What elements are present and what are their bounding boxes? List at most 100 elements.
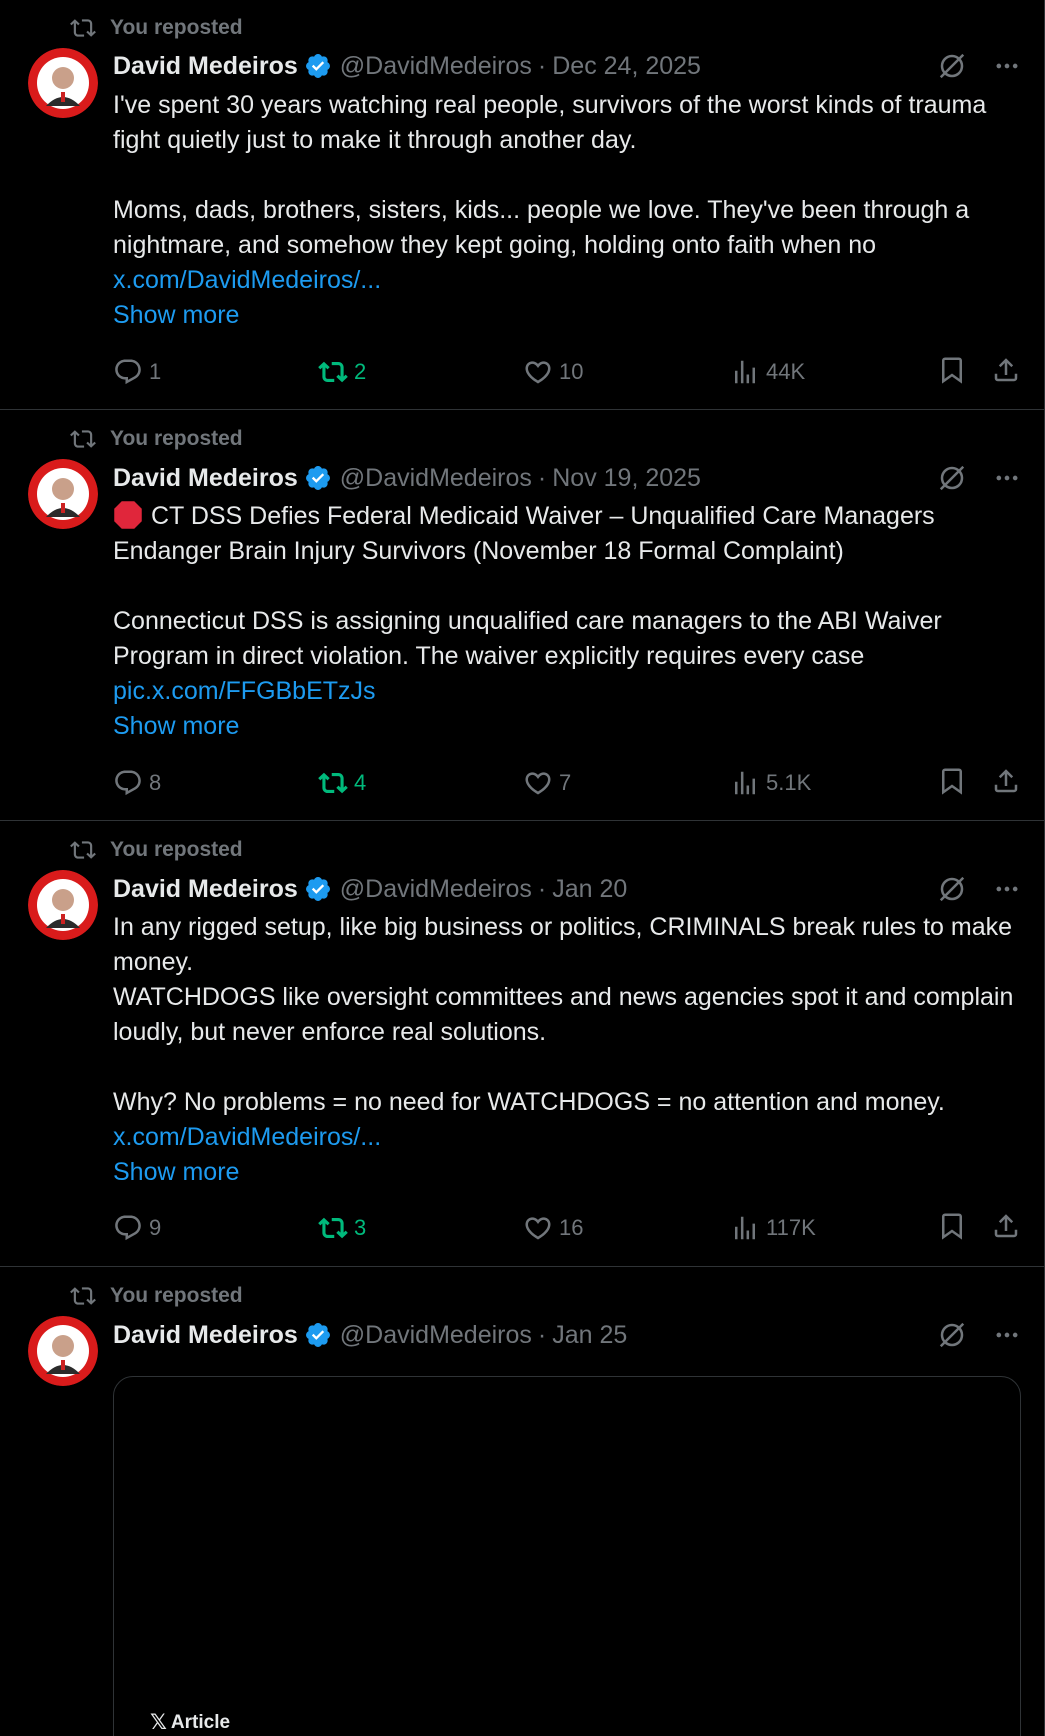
repost-icon xyxy=(70,430,96,448)
tweet-link[interactable]: x.com/DavidMedeiros/... xyxy=(113,1120,1021,1155)
more-icon[interactable] xyxy=(993,875,1021,903)
more-icon[interactable] xyxy=(993,52,1021,80)
tweet-paragraph: Why? No problems = no need for WATCHDOGS… xyxy=(113,1088,945,1116)
tweet-2[interactable]: You reposted David Medeiros @DavidMedeir… xyxy=(0,410,1045,821)
reply-count: 9 xyxy=(149,1215,162,1240)
share-icon[interactable] xyxy=(991,355,1021,385)
repost-icon xyxy=(70,1287,96,1305)
tweet-date[interactable]: Jan 25 xyxy=(552,1321,627,1350)
heart-icon xyxy=(525,772,551,795)
reply-count: 8 xyxy=(149,770,162,795)
reply-count: 1 xyxy=(149,359,162,384)
tweet-4[interactable]: You reposted David Medeiros @DavidMedeir… xyxy=(0,1267,1045,1736)
like-button[interactable]: 10 xyxy=(523,355,583,389)
bookmark-icon[interactable] xyxy=(937,766,967,796)
tweet-1[interactable]: You reposted David Medeiros @DavidMedeir… xyxy=(0,0,1045,410)
repost-button[interactable]: 4 xyxy=(318,766,366,800)
share-icon[interactable] xyxy=(991,766,1021,796)
separator-dot: · xyxy=(537,1320,547,1349)
avatar[interactable] xyxy=(28,870,98,940)
tweet-paragraph: In any rigged setup, like big business o… xyxy=(113,913,1019,976)
separator-dot: · xyxy=(537,463,547,492)
tweet-text: In any rigged setup, like big business o… xyxy=(113,910,1021,1190)
views-button[interactable]: 117K xyxy=(730,1211,816,1245)
author-handle[interactable]: @DavidMedeiros xyxy=(340,464,532,493)
grok-icon[interactable] xyxy=(937,1320,967,1350)
like-count: 16 xyxy=(559,1215,584,1240)
reply-icon xyxy=(115,359,141,385)
tweet-header: David Medeiros @DavidMedeiros · Jan 25 xyxy=(113,1319,1021,1351)
repost-label: You reposted xyxy=(110,838,243,861)
tweet-headline: CT DSS Defies Federal Medicaid Waiver – … xyxy=(113,502,942,565)
author-name[interactable]: David Medeiros xyxy=(113,875,298,904)
author-handle[interactable]: @DavidMedeiros xyxy=(340,875,532,904)
repost-count: 2 xyxy=(354,359,367,384)
avatar-image xyxy=(28,1316,98,1386)
views-icon xyxy=(735,1216,755,1240)
author-handle[interactable]: @DavidMedeiros xyxy=(340,52,532,81)
repost-label: You reposted xyxy=(110,1284,243,1307)
timeline-feed: You reposted David Medeiros @DavidMedeir… xyxy=(0,0,1045,1736)
repost-button[interactable]: 3 xyxy=(318,1211,366,1245)
separator-dot: · xyxy=(537,51,547,80)
like-button[interactable]: 16 xyxy=(523,1211,583,1245)
tweet-paragraph: Connecticut DSS is assigning unqualified… xyxy=(113,607,949,670)
avatar-image xyxy=(28,48,98,118)
repost-icon xyxy=(318,772,348,794)
like-count: 7 xyxy=(559,770,572,795)
tweet-date[interactable]: Dec 24, 2025 xyxy=(552,52,701,81)
tweet-link[interactable]: pic.x.com/FFGBbETzJs xyxy=(113,674,1021,709)
heart-icon xyxy=(525,361,551,384)
article-label: Article xyxy=(170,1711,231,1733)
bookmark-icon[interactable] xyxy=(937,1211,967,1241)
grok-icon[interactable] xyxy=(937,463,967,493)
views-button[interactable]: 44K xyxy=(730,355,805,389)
verified-badge-icon xyxy=(305,1323,330,1347)
more-icon[interactable] xyxy=(993,1321,1021,1349)
repost-indicator: You reposted xyxy=(70,16,243,40)
tweet-date[interactable]: Nov 19, 2025 xyxy=(552,464,701,493)
author-name[interactable]: David Medeiros xyxy=(113,1321,298,1350)
author-handle[interactable]: @DavidMedeiros xyxy=(340,1321,532,1350)
tweet-header: David Medeiros @DavidMedeiros · Nov 19, … xyxy=(113,462,1021,494)
views-icon xyxy=(735,771,755,795)
tweet-actions: 9 3 16 117K xyxy=(113,1211,1021,1245)
author-name[interactable]: David Medeiros xyxy=(113,464,298,493)
like-button[interactable]: 7 xyxy=(523,766,571,800)
show-more-link[interactable]: Show more xyxy=(113,1155,1021,1190)
tweet-actions: 8 4 7 5.1K xyxy=(113,766,1021,800)
verified-badge-icon xyxy=(305,466,330,490)
x-logo-icon: 𝕏 xyxy=(150,1711,167,1734)
more-icon[interactable] xyxy=(993,464,1021,492)
views-button[interactable]: 5.1K xyxy=(730,766,811,800)
verified-badge-icon xyxy=(305,54,330,78)
tweet-3[interactable]: You reposted David Medeiros @DavidMedeir… xyxy=(0,821,1045,1267)
reply-button[interactable]: 9 xyxy=(113,1211,161,1245)
share-icon[interactable] xyxy=(991,1211,1021,1241)
article-card[interactable]: 𝕏 Article xyxy=(113,1376,1021,1736)
repost-icon xyxy=(318,361,348,383)
reply-button[interactable]: 1 xyxy=(113,355,161,389)
avatar[interactable] xyxy=(28,1316,98,1386)
repost-button[interactable]: 2 xyxy=(318,355,366,389)
grok-icon[interactable] xyxy=(937,51,967,81)
tweet-link[interactable]: x.com/DavidMedeiros/... xyxy=(113,263,1021,298)
stop-sign-icon xyxy=(114,501,142,529)
reply-button[interactable]: 8 xyxy=(113,766,161,800)
tweet-actions: 1 2 10 44K xyxy=(113,355,1021,389)
show-more-link[interactable]: Show more xyxy=(113,709,1021,744)
tweet-paragraph: WATCHDOGS like oversight committees and … xyxy=(113,983,1021,1046)
separator-dot: · xyxy=(537,874,547,903)
bookmark-icon[interactable] xyxy=(937,355,967,385)
show-more-link[interactable]: Show more xyxy=(113,298,1021,333)
repost-icon xyxy=(70,19,96,37)
views-count: 5.1K xyxy=(766,770,812,795)
tweet-header: David Medeiros @DavidMedeiros · Jan 20 xyxy=(113,873,1021,905)
tweet-date[interactable]: Jan 20 xyxy=(552,875,627,904)
repost-indicator: You reposted xyxy=(70,427,243,451)
avatar[interactable] xyxy=(28,459,98,529)
views-count: 117K xyxy=(766,1215,816,1240)
author-name[interactable]: David Medeiros xyxy=(113,52,298,81)
avatar[interactable] xyxy=(28,48,98,118)
grok-icon[interactable] xyxy=(937,874,967,904)
